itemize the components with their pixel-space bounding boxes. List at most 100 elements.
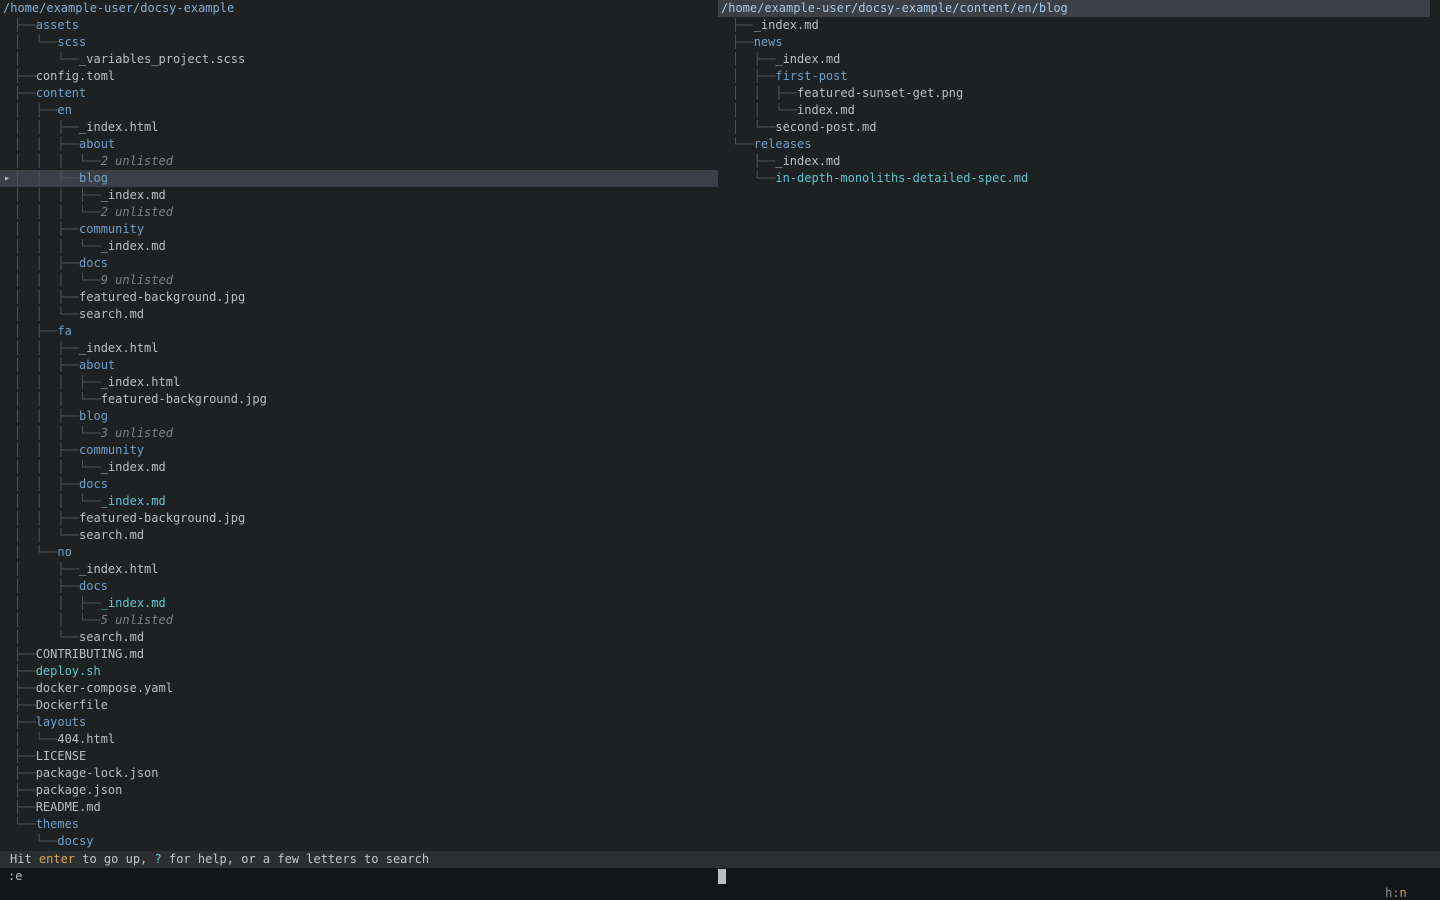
tree-row[interactable]: │ │ │ └──2 unlisted — [0, 153, 718, 170]
tree-branch-lines: │ │ ├── — [14, 477, 79, 491]
left-command-input[interactable]: :e — [0, 868, 718, 885]
tree-row[interactable]: │ │ └──search.md — [0, 306, 718, 323]
tree-row[interactable]: │ └──_variables_project.scss — [0, 51, 718, 68]
tree-row[interactable]: │ ├──first-post — [718, 68, 1440, 85]
tree-branch-lines: │ ├── — [732, 69, 775, 83]
tree-row[interactable]: └──in-depth-monoliths-detailed-spec.md — [718, 170, 1440, 187]
tree-row[interactable]: ▸│ │ ├──blog — [0, 170, 718, 187]
tree-branch-lines: │ ├── — [14, 324, 57, 338]
tree-row[interactable]: │ ├──docs — [0, 578, 718, 595]
tree-row[interactable]: └──docsy — [0, 833, 718, 850]
tree-row[interactable]: ├──news — [718, 34, 1440, 51]
tree-branch-lines: │ │ ├── — [14, 596, 101, 610]
tree-row[interactable]: └──releases — [718, 136, 1440, 153]
file-name: _index.md — [101, 239, 166, 253]
tree-row[interactable]: └──themes — [0, 816, 718, 833]
tree-row[interactable]: │ ├──en — [0, 102, 718, 119]
tree-row[interactable]: │ │ ├──featured-sunset-get.png — [718, 85, 1440, 102]
file-name: featured-background.jpg — [79, 511, 245, 525]
tree-row[interactable]: │ │ ├──docs — [0, 255, 718, 272]
tree-row[interactable]: ├──content — [0, 85, 718, 102]
tree-row[interactable]: │ │ ├──featured-background.jpg — [0, 510, 718, 527]
panel-left-tree: ├──assets│ └──scss│ └──_variables_projec… — [0, 17, 718, 850]
tree-row[interactable]: ├──package-lock.json — [0, 765, 718, 782]
tree-branch-lines: │ │ │ ├── — [14, 188, 101, 202]
tree-row[interactable]: ├──README.md — [0, 799, 718, 816]
tree-row[interactable]: │ └──second-post.md — [718, 119, 1440, 136]
dir-name: en — [57, 103, 71, 117]
tree-row[interactable]: │ │ └──search.md — [0, 527, 718, 544]
tree-row[interactable]: │ ├──fa — [0, 323, 718, 340]
tree-row[interactable]: │ │ │ └──_index.md — [0, 459, 718, 476]
status-segment: for help, or a few letters to search — [162, 852, 429, 866]
file-name: search.md — [79, 528, 144, 542]
tree-row[interactable]: ├──assets — [0, 17, 718, 34]
dir-name: docs — [79, 579, 108, 593]
unlisted-count: 9 unlisted — [101, 273, 173, 287]
tree-row[interactable]: │ │ ├──community — [0, 442, 718, 459]
tree-branch-lines: │ │ │ └── — [14, 205, 101, 219]
tree-row[interactable]: │ └──no — [0, 544, 718, 561]
dir-name: first-post — [775, 69, 847, 83]
tree-row[interactable]: │ └──scss — [0, 34, 718, 51]
tree-row[interactable]: │ │ │ ├──_index.html — [0, 374, 718, 391]
hidden-files-flag: h:n — [1385, 886, 1407, 900]
tree-row[interactable]: │ │ │ └──2 unlisted — [0, 204, 718, 221]
dir-name: blog — [79, 171, 108, 185]
tree-row[interactable]: │ │ │ └──_index.md — [0, 238, 718, 255]
file-name: _index.md — [775, 52, 840, 66]
tree-branch-lines: │ │ ├── — [14, 290, 79, 304]
tree-row[interactable]: │ ├──_index.md — [718, 51, 1440, 68]
tree-row[interactable]: ├──Dockerfile — [0, 697, 718, 714]
tree-row[interactable]: ├──deploy.sh — [0, 663, 718, 680]
tree-row[interactable]: ├──package.json — [0, 782, 718, 799]
dir-name: layouts — [36, 715, 87, 729]
tree-branch-lines: │ │ ├── — [14, 222, 79, 236]
unlisted-count: 2 unlisted — [101, 154, 173, 168]
file-name: _index.md — [101, 460, 166, 474]
dir-name: scss — [57, 35, 86, 49]
status-segment: Hit — [10, 852, 39, 866]
tree-row[interactable]: │ │ │ └──featured-background.jpg — [0, 391, 718, 408]
tree-branch-lines: │ │ ├── — [14, 511, 79, 525]
tree-branch-lines: │ │ ├── — [14, 341, 79, 355]
tree-branch-lines: │ ├── — [14, 103, 57, 117]
tree-row[interactable]: ├──_index.md — [718, 17, 1440, 34]
tree-row[interactable]: │ │ │ ├──_index.md — [0, 187, 718, 204]
tree-row[interactable]: │ │ ├──_index.md — [0, 595, 718, 612]
tree-row[interactable]: ├──LICENSE — [0, 748, 718, 765]
tree-row[interactable]: │ │ ├──blog — [0, 408, 718, 425]
tree-row[interactable]: │ ├──_index.html — [0, 561, 718, 578]
tree-row[interactable]: ├──layouts — [0, 714, 718, 731]
tree-row[interactable]: │ └──search.md — [0, 629, 718, 646]
tree-row[interactable]: ├──CONTRIBUTING.md — [0, 646, 718, 663]
tree-row[interactable]: ├──_index.md — [718, 153, 1440, 170]
tree-branch-lines: └── — [14, 834, 57, 848]
right-command-input[interactable]: h:n gi:y — [718, 868, 1440, 885]
tree-row[interactable]: │ │ │ └──3 unlisted — [0, 425, 718, 442]
toggle-flags: h:n gi:y — [1311, 868, 1414, 885]
tree-row[interactable]: │ │ └──5 unlisted — [0, 612, 718, 629]
tree-row[interactable]: │ │ ├──docs — [0, 476, 718, 493]
tree-row[interactable]: │ │ ├──about — [0, 136, 718, 153]
tree-row[interactable]: │ └──404.html — [0, 731, 718, 748]
tree-row[interactable]: │ │ │ └──_index.md — [0, 493, 718, 510]
tree-row[interactable]: ├──docker-compose.yaml — [0, 680, 718, 697]
tree-row[interactable]: │ │ └──index.md — [718, 102, 1440, 119]
tree-branch-lines: ├── — [14, 18, 36, 32]
tree-row[interactable]: │ │ ├──community — [0, 221, 718, 238]
tree-row[interactable]: ├──config.toml — [0, 68, 718, 85]
tree-row[interactable]: │ │ ├──_index.html — [0, 340, 718, 357]
file-name: CONTRIBUTING.md — [36, 647, 144, 661]
tree-row[interactable]: │ │ ├──featured-background.jpg — [0, 289, 718, 306]
tree-row[interactable]: │ │ ├──_index.html — [0, 119, 718, 136]
tree-branch-lines: │ └── — [732, 120, 775, 134]
unlisted-count: 5 unlisted — [101, 613, 173, 627]
tree-row[interactable]: │ │ │ └──9 unlisted — [0, 272, 718, 289]
dir-name: blog — [79, 409, 108, 423]
file-name: in-depth-monoliths-detailed-spec.md — [775, 171, 1028, 185]
tree-branch-lines: ├── — [14, 647, 36, 661]
tree-row[interactable]: │ │ ├──about — [0, 357, 718, 374]
dir-name: themes — [36, 817, 79, 831]
tree-branch-lines: │ │ ├── — [732, 86, 797, 100]
